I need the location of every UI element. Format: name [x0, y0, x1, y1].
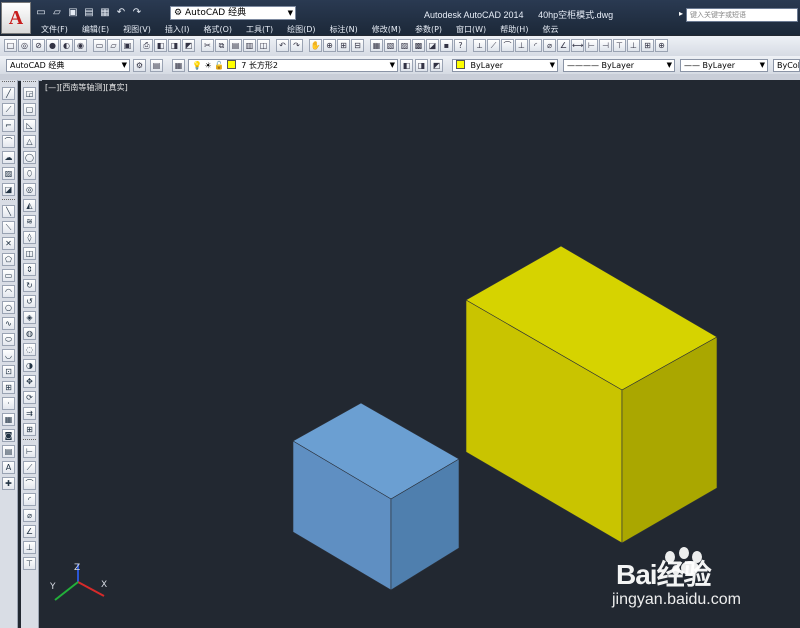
ucs-icon: Z X Y	[49, 563, 107, 601]
watermark-url: jingyan.baidu.com	[612, 591, 741, 608]
3d-scene: Z X Y	[49, 245, 718, 601]
ucs-x-label: X	[101, 580, 107, 590]
ucs-y-label: Y	[49, 582, 56, 592]
watermark-brand: Bai经验	[616, 559, 712, 590]
ucs-z-label: Z	[74, 563, 80, 573]
